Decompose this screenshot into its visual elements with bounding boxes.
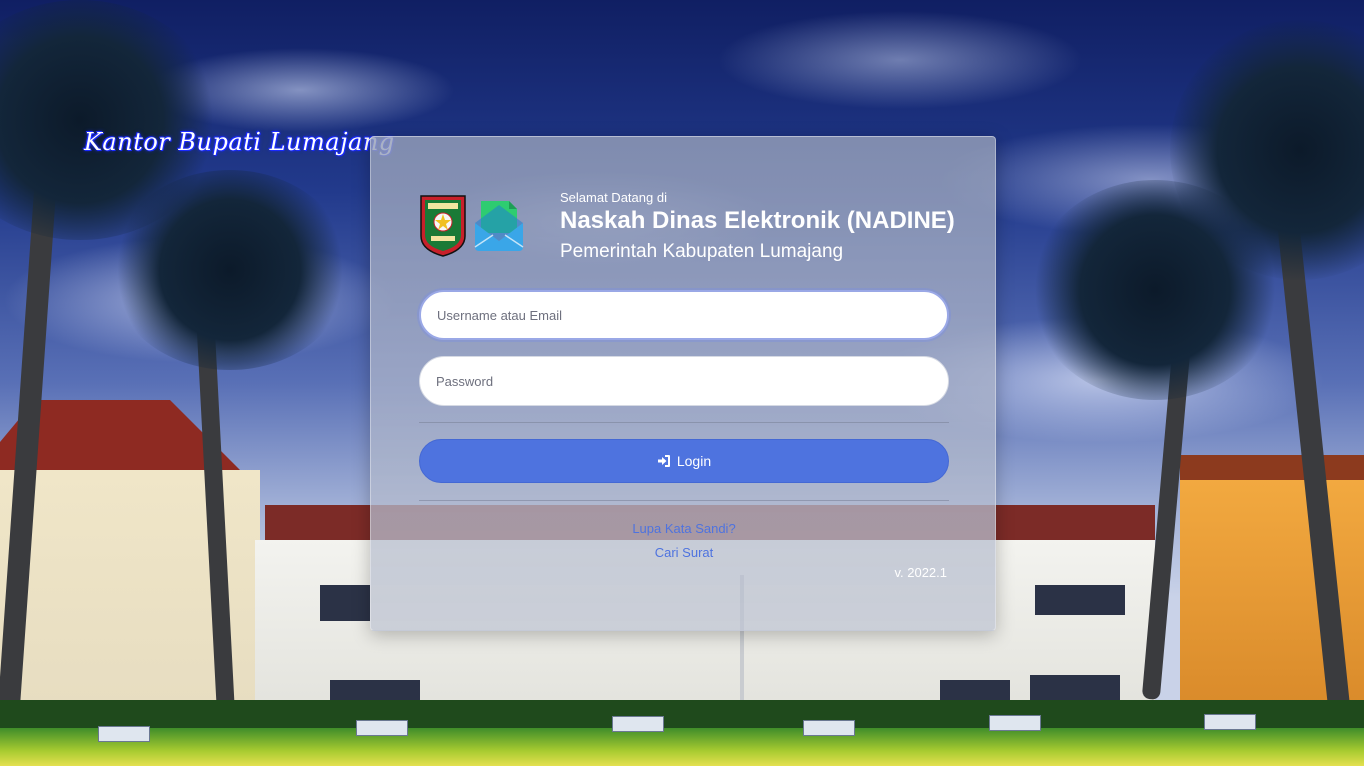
garden-sign [803,720,855,736]
password-input[interactable] [419,356,949,406]
emblem-icon [420,195,466,257]
garden-sign [989,715,1041,731]
divider [419,422,949,423]
welcome-text: Selamat Datang di [560,190,667,205]
garden-sign [1204,714,1256,730]
garden-sign [98,726,150,742]
garden-sign [612,716,664,732]
lawn [0,728,1364,766]
mail-icon [474,201,524,251]
app-title: Naskah Dinas Elektronik (NADINE) [560,207,955,234]
login-button[interactable]: Login [419,439,949,483]
divider [419,500,949,501]
search-letter-link[interactable]: Cari Surat [371,545,997,560]
login-card: Selamat Datang di Naskah Dinas Elektroni… [370,136,996,631]
palm-crown [110,170,350,370]
garden-sign [356,720,408,736]
forgot-password-link[interactable]: Lupa Kata Sandi? [371,521,997,536]
sign-in-icon [657,455,670,467]
window [320,585,370,621]
app-subtitle: Pemerintah Kabupaten Lumajang [560,241,844,262]
username-input[interactable] [419,290,949,340]
brand-script-label: Kantor Bupati Lumajang [84,128,395,156]
login-label: Login [676,453,712,469]
window [1035,585,1125,615]
version-label: v. 2022.1 [894,565,947,580]
